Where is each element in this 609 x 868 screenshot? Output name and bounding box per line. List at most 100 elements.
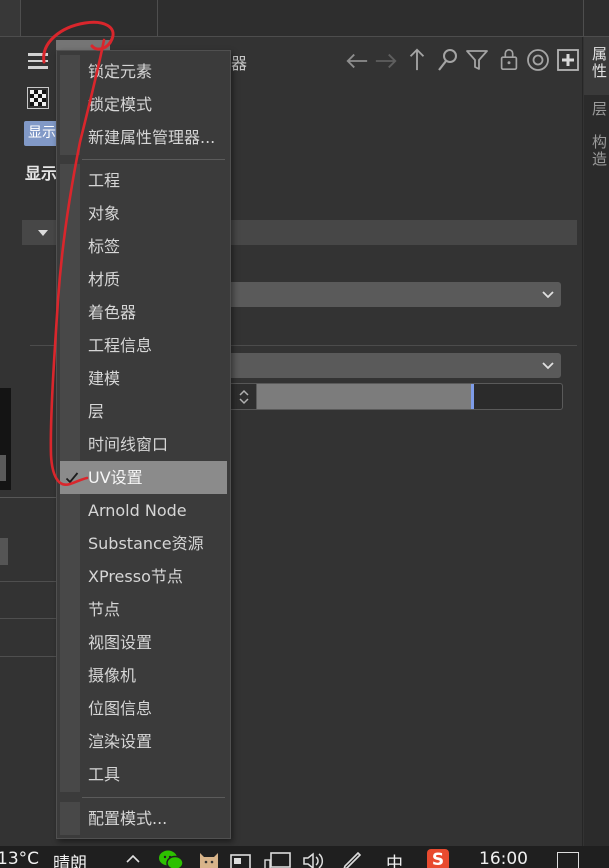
side-tab-bar: 属性 层 构造 [584,37,609,846]
menu-item-configure-mode[interactable]: 配置模式... [60,802,227,835]
search-icon[interactable] [436,48,460,72]
menu-item-new-attribute-manager[interactable]: 新建属性管理器... [60,121,227,154]
chevron-up-icon[interactable] [125,852,141,864]
slider-handle[interactable] [470,384,474,409]
menu-item-timeline-window[interactable]: 时间线窗口 [60,428,227,461]
panel-divider [583,0,584,36]
weather-temperature[interactable]: 13°C [0,849,39,868]
checkerboard-icon[interactable] [27,87,49,109]
menu-item-label: 时间线窗口 [88,435,169,454]
menu-item-shader[interactable]: 着色器 [60,296,227,329]
tab-layers[interactable]: 层 [589,101,609,118]
notification-icon[interactable] [557,852,579,868]
menu-item-xpresso-node[interactable]: XPresso节点 [60,560,227,593]
menu-item-render-settings[interactable]: 渲染设置 [60,725,227,758]
lock-icon[interactable] [497,47,521,71]
menu-item-label: 标签 [88,237,121,256]
speaker-icon[interactable] [301,850,325,868]
menu-item-label: 新建属性管理器... [88,128,216,147]
menu-item-label: Arnold Node [88,501,187,520]
target-icon[interactable] [526,48,550,72]
chevron-down-icon [542,291,554,299]
top-panel-strip [0,0,609,37]
panel-divider [157,0,158,36]
menu-item-layer[interactable]: 层 [60,395,227,428]
menu-item-label: Substance资源 [88,534,204,553]
hamburger-icon[interactable] [28,53,48,69]
menu-item-lock-element[interactable]: 锁定元素 [60,55,227,88]
new-panel-icon[interactable] [556,48,580,72]
filter-icon[interactable] [465,48,489,72]
menu-item-tag[interactable]: 标签 [60,230,227,263]
cat-icon[interactable] [197,847,221,868]
arrow-right-icon[interactable] [374,49,398,73]
device-icon[interactable] [229,850,253,868]
menu-item-label: 视图设置 [88,633,153,652]
attribute-manager-menu: 锁定元素 锁定模式 新建属性管理器... 工程 对象 标签 材质 着色器 工程信… [56,50,231,839]
ime-mode-indicator[interactable]: 中 [386,849,403,868]
menu-item-bitmap-info[interactable]: 位图信息 [60,692,227,725]
tab-attributes[interactable]: 属性 [589,46,609,80]
tab-structure[interactable]: 构造 [589,134,609,168]
menu-item-uv-settings[interactable]: UV设置 [60,461,227,494]
divider [0,656,56,657]
menu-item-viewport-settings[interactable]: 视图设置 [60,626,227,659]
divider [0,618,56,619]
menu-item-lock-mode[interactable]: 锁定模式 [60,88,227,121]
menu-item-project[interactable]: 工程 [60,164,227,197]
divider [0,581,56,582]
menu-item-label: 材质 [88,270,121,289]
arrow-left-icon[interactable] [345,49,369,73]
menu-item-label: UV设置 [88,468,143,487]
menu-item-modeling[interactable]: 建模 [60,362,227,395]
sogou-icon[interactable]: S [427,849,449,868]
menu-item-object[interactable]: 对象 [60,197,227,230]
menu-item-label: 渲染设置 [88,732,153,751]
checkmark-icon [65,472,79,484]
menu-item-label: 工程 [88,171,121,190]
dropdown-field[interactable] [200,353,561,378]
menu-item-label: 位图信息 [88,699,153,718]
pen-icon[interactable] [340,848,364,868]
menu-item-label: 锁定模式 [88,95,153,114]
menu-item-camera[interactable]: 摄像机 [60,659,227,692]
menu-item-label: 着色器 [88,303,137,322]
panel-divider [20,0,21,36]
menu-item-label: 层 [88,402,105,421]
manager-title: 器 [231,54,248,73]
menu-item-tool[interactable]: 工具 [60,758,227,791]
taskbar: 13°C 晴朗 中 S 16:00 [0,846,609,868]
menu-item-arnold-node[interactable]: Arnold Node [60,494,227,527]
menu-item-label: 节点 [88,600,121,619]
menu-item-label: 摄像机 [88,666,137,685]
value-slider[interactable] [256,383,563,410]
weather-condition[interactable]: 晴朗 [53,849,87,868]
menu-item-label: 对象 [88,204,121,223]
panel-fragment [0,538,8,565]
menu-item-label: 工具 [88,765,121,784]
menu-separator [82,159,225,160]
menu-item-project-info[interactable]: 工程信息 [60,329,227,362]
menu-item-node[interactable]: 节点 [60,593,227,626]
panel-corner [0,0,20,36]
chevron-down-icon [542,362,554,370]
wechat-icon[interactable] [158,849,184,868]
menu-item-label: 配置模式... [88,809,168,828]
menu-item-substance-assets[interactable]: Substance资源 [60,527,227,560]
arrow-up-icon[interactable] [405,47,429,71]
menu-item-label: XPresso节点 [88,567,183,586]
clock-time[interactable]: 16:00 [479,849,528,868]
stepper-icon[interactable] [238,389,250,405]
triangle-down-icon[interactable] [38,230,48,236]
dropdown-field[interactable] [200,282,561,307]
divider [0,497,56,498]
menu-item-label: 建模 [88,369,121,388]
menu-item-label: 锁定元素 [88,62,153,81]
section-heading: 显示 [25,164,58,183]
menu-separator [82,797,225,798]
slider-fill [257,384,471,409]
panel-fragment [0,455,6,481]
network-icon[interactable] [264,850,292,868]
menu-item-material[interactable]: 材质 [60,263,227,296]
menu-item-label: 工程信息 [88,336,153,355]
